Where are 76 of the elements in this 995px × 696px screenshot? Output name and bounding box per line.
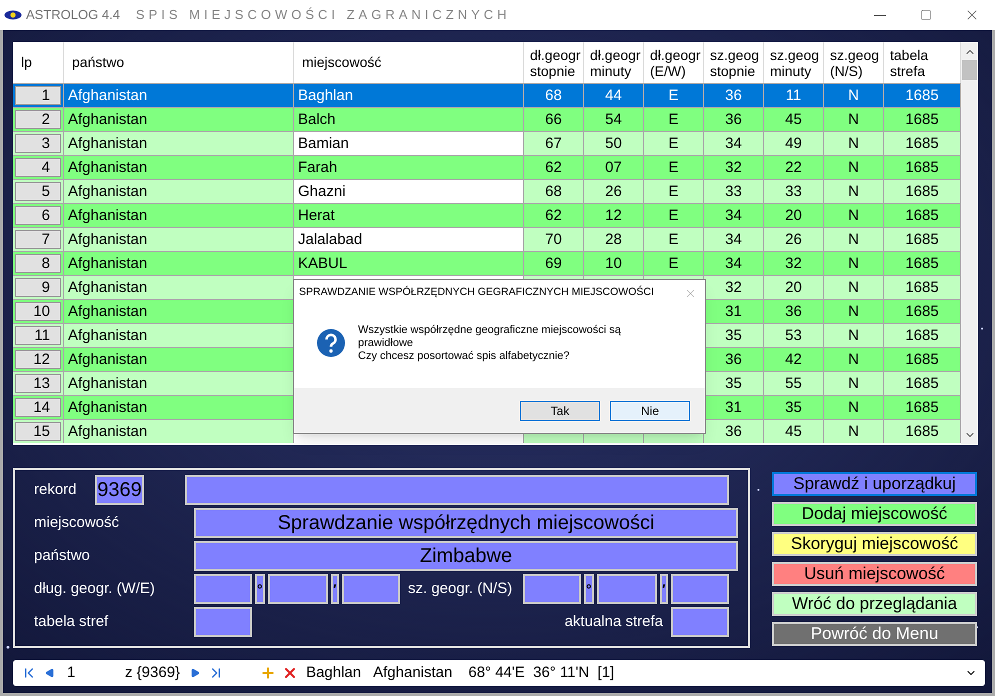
field-label: państwo [34, 546, 91, 566]
scrollbar[interactable] [961, 42, 978, 445]
field-label: tabela stref [34, 612, 110, 632]
action-button[interactable]: Usuń miejscowość [772, 562, 977, 586]
previous-record-icon[interactable] [45, 668, 55, 678]
table-row[interactable]: 1 Afghanistan Baghlan 68 44 E 36 11 N 1685 [13, 83, 961, 107]
unit-mark: ° [255, 574, 265, 604]
record-count: z {9369} [125, 662, 180, 683]
row-number[interactable]: 12 [15, 350, 61, 369]
field-label: sz. geogr. (N/S) [407, 578, 514, 599]
current-zone-field[interactable] [671, 607, 729, 637]
table-row[interactable]: 6 Afghanistan Herat 62 12 E 34 20 N 1685 [13, 203, 961, 227]
minimize-icon [874, 14, 886, 16]
row-number[interactable]: 4 [15, 158, 61, 177]
table-cell: Bamian [294, 132, 524, 155]
row-number[interactable]: 5 [15, 182, 61, 201]
action-button[interactable]: Dodaj miejscowość [772, 502, 977, 526]
place-field[interactable]: Sprawdzanie współrzędnych miejscowości [194, 508, 738, 538]
table-row[interactable]: 5 Afghanistan Ghazni 68 26 E 33 33 N 1685 [13, 179, 961, 203]
degree-field[interactable] [194, 574, 252, 604]
second-field[interactable] [671, 574, 729, 604]
minute-field[interactable] [268, 574, 328, 604]
table-row[interactable]: 3 Afghanistan Bamian 67 50 E 34 49 N 1685 [13, 131, 961, 155]
row-number[interactable]: 1 [15, 86, 61, 105]
text-field[interactable] [185, 475, 729, 505]
action-button[interactable]: Wróć do przeglądania [772, 592, 977, 616]
action-button[interactable]: Sprawdź i uporządkuj [772, 472, 977, 496]
dialog-button[interactable]: Nie [610, 400, 690, 420]
country-field[interactable]: Zimbabwe [194, 541, 738, 571]
record-field[interactable]: 9369 [95, 475, 144, 505]
nav-place: Baghlan [306, 662, 362, 683]
field-label: aktualna strefa [564, 612, 663, 632]
next-record-icon[interactable] [190, 668, 200, 678]
table-row[interactable]: 4 Afghanistan Farah 62 07 E 32 22 N 1685 [13, 155, 961, 179]
table-row[interactable]: 8 Afghanistan KABUL 69 10 E 34 32 N 1685 [13, 251, 961, 275]
action-button[interactable]: Powróć do Menu [772, 622, 977, 646]
field-label: dług. geogr. (W/E) [34, 578, 156, 599]
table-cell: 45 [764, 420, 824, 443]
row-number[interactable]: 15 [15, 422, 61, 441]
position-field[interactable]: 1 [67, 662, 117, 684]
degree-field[interactable] [523, 574, 581, 604]
table-row[interactable]: 7 Afghanistan Jalalabad 70 28 E 34 26 N 1685 [13, 227, 961, 251]
app-name: ASTROLOG 4.4 [26, 6, 120, 24]
row-number[interactable]: 2 [15, 110, 61, 129]
nav-coordinates: 68° 44'E 36° 11'N [1] [468, 662, 614, 683]
unit-mark: ° [584, 574, 594, 604]
row-number[interactable]: 13 [15, 374, 61, 393]
eye-icon [4, 10, 22, 20]
action-button[interactable]: Skoryguj miejscowość [772, 532, 977, 556]
dialog-message: Wszystkie współrzędne geograficzne miejscowości są prawidłowe [358, 324, 622, 350]
table-cell: Jalalabad [294, 228, 524, 251]
field-label: miejscowość [34, 512, 120, 533]
nav-country: Afghanistan [373, 662, 452, 683]
row-number[interactable]: 7 [15, 230, 61, 249]
question-icon [316, 328, 346, 358]
second-field[interactable] [342, 574, 400, 604]
table-row[interactable]: 2 Afghanistan Balch 66 54 E 36 45 N 1685 [13, 107, 961, 131]
window-title: SPIS MIEJSCOWOŚCI ZAGRANICZNYCH [136, 6, 511, 24]
row-number[interactable]: 3 [15, 134, 61, 153]
field-label: rekord [34, 480, 78, 500]
row-number[interactable]: 14 [15, 398, 61, 417]
table-cell: N [824, 420, 884, 443]
row-number[interactable]: 8 [15, 254, 61, 273]
minute-field[interactable] [596, 574, 657, 604]
row-number[interactable]: 6 [15, 206, 61, 225]
dialog-message: Czy chcesz posortować spis alfabetycznie? [358, 350, 571, 363]
table-cell: Ghazni [294, 180, 524, 203]
row-number[interactable]: 9 [15, 278, 61, 297]
maximize-icon [920, 9, 932, 21]
dialog-button[interactable]: Tak [520, 400, 600, 420]
scroll-thumb[interactable] [962, 60, 977, 80]
row-number[interactable]: 10 [15, 302, 61, 321]
row-number[interactable]: 11 [15, 326, 61, 345]
dialog-title: SPRAWDZANIE WSPÓŁRZĘDNYCH GEGRAFICZNYCH MIEJSCOWOŚCI [299, 285, 654, 300]
add-icon[interactable] [260, 665, 276, 681]
zone-table-field[interactable] [194, 607, 252, 637]
